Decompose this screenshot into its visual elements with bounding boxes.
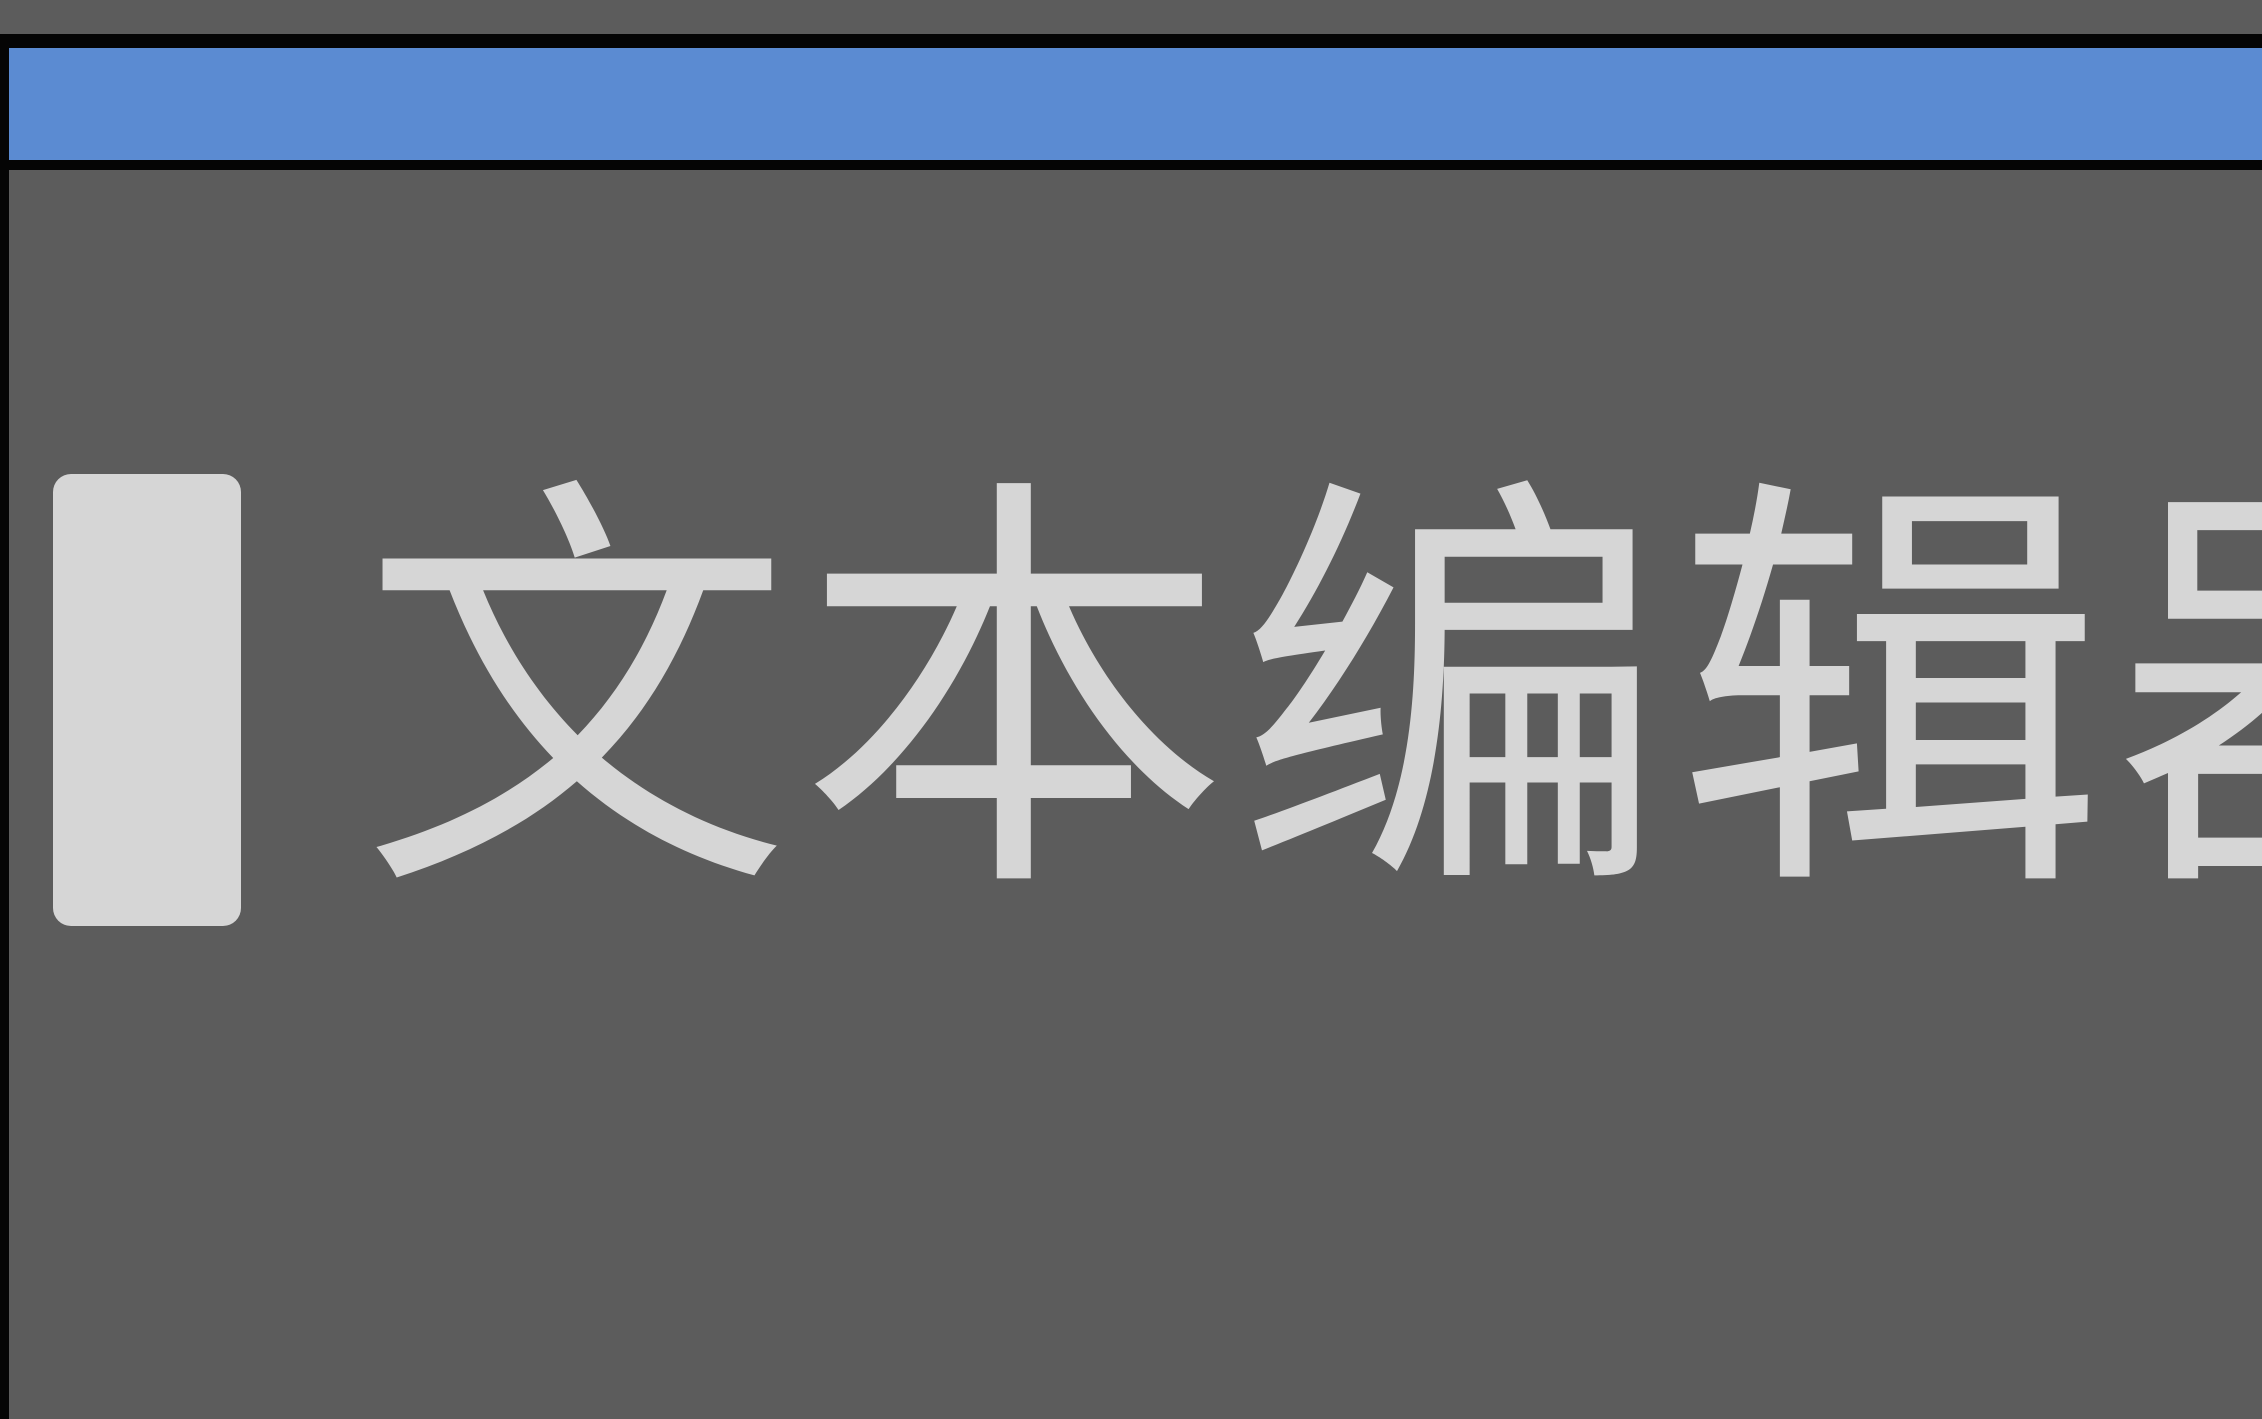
editor-area[interactable]: 文本编辑器 — [9, 170, 2262, 1419]
text-editor-window: 文本编辑器 — [0, 0, 2262, 1419]
title-bar[interactable] — [9, 48, 2262, 160]
title-divider — [0, 160, 2262, 170]
editor-text[interactable]: 文本编辑器 — [361, 481, 2262, 911]
top-strip — [0, 0, 2262, 40]
text-line[interactable]: 文本编辑器 — [53, 472, 2262, 928]
block-cursor — [53, 474, 241, 926]
